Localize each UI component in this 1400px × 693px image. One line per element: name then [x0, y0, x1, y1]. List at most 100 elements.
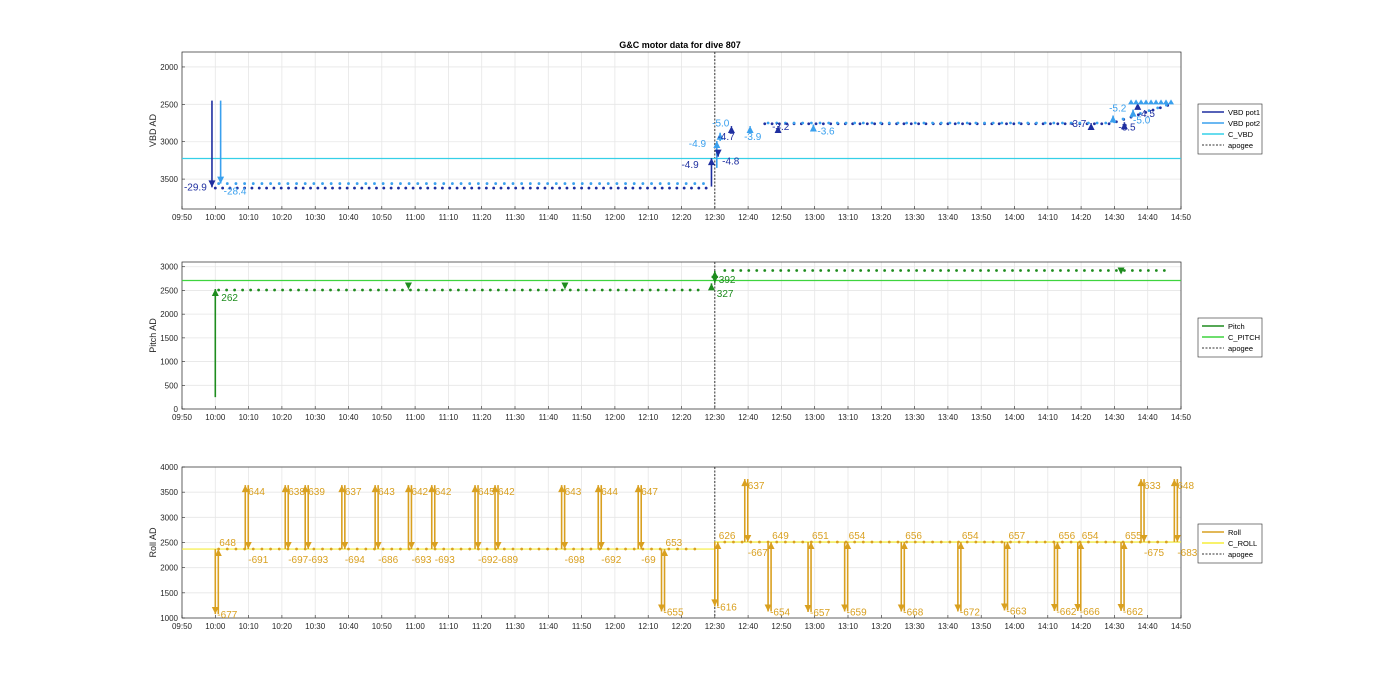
x-tick-label: 13:50 — [971, 413, 992, 422]
pot2-dot — [520, 182, 524, 185]
data-label: -4.9 — [689, 139, 707, 150]
pot2-dot — [1104, 121, 1108, 125]
roll-dot — [684, 547, 688, 551]
pitch-dot — [640, 288, 644, 292]
roll-dot — [312, 547, 316, 551]
y-axis-label: VBD AD — [148, 113, 158, 147]
legend-label: C_ROLL — [1228, 539, 1257, 548]
pitch-dot — [1067, 269, 1070, 272]
pitch-dot — [1130, 269, 1134, 272]
pot2-dot — [931, 121, 934, 125]
pot2-dot — [983, 121, 986, 125]
x-tick-label: 10:20 — [272, 213, 293, 222]
pitch-dot — [417, 288, 420, 292]
pot2-dot — [450, 182, 454, 185]
x-tick-label: 10:00 — [205, 622, 226, 631]
pot1-dot — [433, 186, 437, 190]
legend-label: VBD pot2 — [1228, 119, 1260, 128]
x-tick-label: 10:40 — [338, 213, 359, 222]
data-label: 633 — [1144, 481, 1161, 492]
pitch-dot — [552, 288, 556, 292]
pitch-dot — [739, 269, 743, 272]
roll-dot — [922, 540, 926, 544]
pitch-dot — [851, 269, 855, 272]
x-tick-label: 13:00 — [805, 213, 826, 222]
legend: Roll C_ROLLapogee — [1197, 523, 1263, 564]
data-label: -693 — [411, 555, 431, 566]
roll-dot — [1156, 540, 1160, 544]
pot2-dot — [658, 182, 662, 185]
roll-dot — [459, 547, 463, 551]
pot1-dot — [1100, 122, 1104, 126]
roll-dot — [572, 547, 576, 551]
data-label: -3.6 — [817, 127, 835, 138]
x-tick-label: 10:30 — [305, 213, 326, 222]
pot1-dot — [287, 186, 290, 190]
data-label: -677 — [217, 610, 237, 621]
pot2-dot — [1026, 121, 1030, 125]
pot2-dot — [1043, 121, 1047, 125]
roll-dot — [425, 547, 428, 551]
pot2-dot — [554, 182, 558, 185]
data-label: 651 — [812, 531, 829, 542]
pitch-dot — [464, 288, 468, 292]
pitch-dot — [931, 269, 934, 272]
pitch-dot — [496, 288, 500, 292]
legend: Pitch C_PITCHapogee — [1197, 317, 1263, 358]
data-label: 647 — [641, 487, 658, 498]
roll-dot — [450, 547, 454, 551]
roll-dot — [295, 547, 298, 551]
pot1-dot — [572, 186, 576, 190]
pot1-dot — [462, 186, 466, 190]
pot1-dot — [367, 186, 371, 190]
pitch-dot — [265, 288, 268, 292]
x-tick-label: 13:40 — [938, 413, 959, 422]
x-tick-label: 13:20 — [871, 622, 892, 631]
y-tick-label: 3000 — [160, 138, 178, 147]
pot1-dot — [631, 186, 635, 190]
roll-dot — [554, 547, 558, 551]
pitch-dot — [656, 288, 660, 292]
pot2-dot — [676, 182, 679, 185]
x-tick-label: 10:00 — [205, 213, 226, 222]
pot2-dot — [766, 121, 770, 125]
x-tick-label: 11:40 — [539, 622, 559, 631]
pot1-dot — [309, 186, 312, 190]
pot2-dot — [321, 182, 324, 185]
pitch-dot — [947, 269, 950, 272]
data-label: 637 — [345, 487, 362, 498]
pot2-dot — [809, 121, 813, 125]
pot1-dot — [602, 186, 605, 190]
pot2-dot — [965, 121, 969, 125]
pot1-dot — [419, 186, 422, 190]
x-tick-label: 09:50 — [172, 413, 193, 422]
data-label: -694 — [345, 555, 365, 566]
vbd-panel: 09:50 10:00 10:10 10:20 10:30 10:40 10:50 11:00… — [148, 51, 1263, 222]
data-label: -693 — [308, 555, 328, 566]
x-tick-label: 13:00 — [805, 622, 826, 631]
pitch-dot — [819, 269, 823, 272]
pitch-dot — [1154, 269, 1158, 272]
pitch-dot — [305, 288, 308, 292]
pitch-dot — [393, 288, 396, 292]
y-tick-label: 4000 — [160, 463, 178, 472]
pot1-dot — [294, 186, 298, 190]
pot1-dot — [1049, 122, 1052, 126]
pot2-dot — [1087, 121, 1090, 125]
pot2-dot — [373, 182, 376, 185]
x-tick-label: 14:50 — [1171, 213, 1192, 222]
pitch-dot — [971, 269, 974, 272]
roll-dot — [1164, 540, 1168, 544]
x-tick-label: 12:40 — [738, 622, 759, 631]
pot1-dot — [382, 186, 386, 190]
y-tick-label: 2000 — [160, 564, 178, 573]
pot2-dot — [624, 182, 627, 185]
roll-dot — [632, 547, 636, 551]
roll-dot — [537, 547, 541, 551]
pitch-dot — [584, 288, 588, 292]
pot2-dot — [861, 121, 865, 125]
x-tick-label: 12:40 — [738, 213, 759, 222]
pitch-dot — [688, 288, 692, 292]
pitch-dot — [441, 288, 444, 292]
pot2-dot — [338, 182, 342, 185]
